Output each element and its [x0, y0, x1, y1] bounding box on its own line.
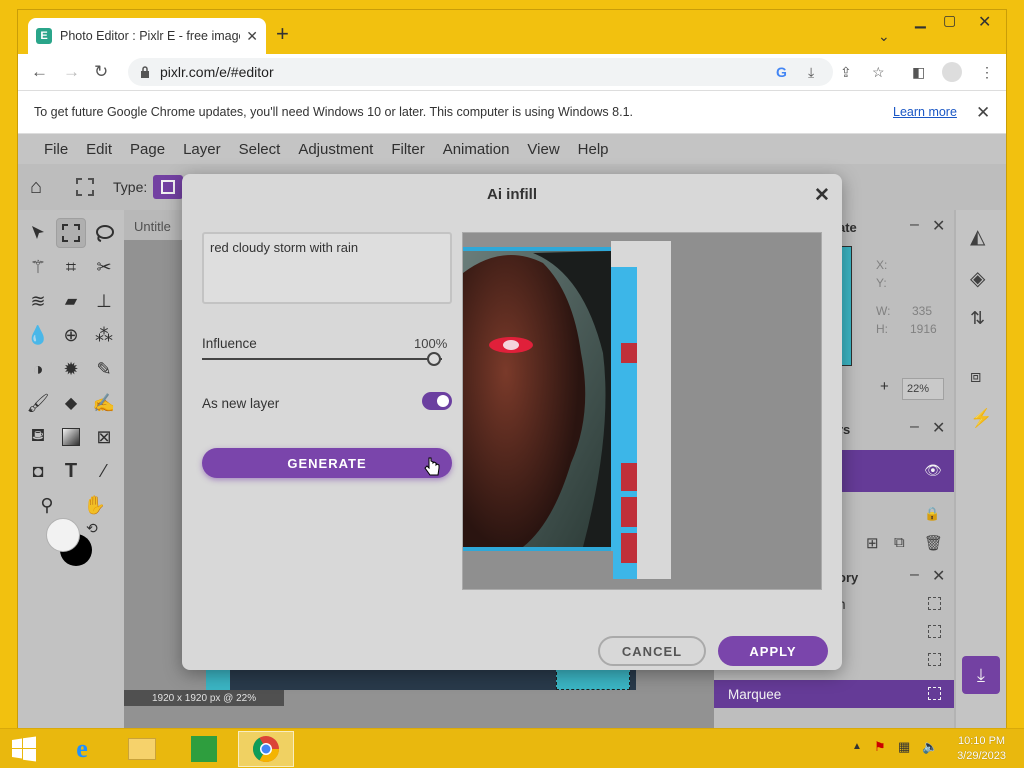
influence-slider-handle[interactable]	[427, 352, 441, 366]
taskbar-store[interactable]	[176, 731, 232, 767]
install-app-icon[interactable]: ⤓	[808, 64, 814, 81]
taskbar-clock[interactable]: 10:10 PM 3/29/2023	[957, 734, 1006, 764]
bookmark-star-icon[interactable]: ☆	[872, 64, 885, 81]
taskbar-file-explorer[interactable]	[114, 731, 170, 767]
reload-icon[interactable]: ↻	[94, 62, 108, 82]
prompt-input[interactable]: red cloudy storm with rain	[202, 232, 452, 304]
as-new-layer-label: As new layer	[202, 396, 280, 411]
internet-explorer-icon: e	[76, 734, 88, 763]
action-center-flag-icon[interactable]: ⚑	[874, 739, 886, 755]
ai-infill-dialog: Ai infill ✕ red cloudy storm with rain I…	[182, 174, 842, 670]
share-icon[interactable]: ⇪	[840, 64, 852, 81]
tray-overflow-icon[interactable]: ▲	[852, 741, 862, 752]
apply-button[interactable]: APPLY	[718, 636, 828, 666]
preview-image	[463, 233, 821, 589]
as-new-layer-toggle[interactable]	[422, 392, 452, 410]
windows-logo-icon	[12, 736, 36, 762]
toggle-knob	[437, 395, 449, 407]
address-bar[interactable]: pixlr.com/e/#editor	[128, 58, 833, 86]
tab-search-chevron-icon[interactable]: ⌄	[878, 28, 890, 45]
learn-more-link[interactable]: Learn more	[893, 105, 957, 119]
forward-arrow-icon[interactable]: →	[63, 62, 80, 82]
dialog-close-icon[interactable]: ✕	[814, 184, 830, 207]
minimize-button[interactable]: ▁	[915, 12, 926, 29]
side-panel-icon[interactable]: ◧	[912, 64, 925, 81]
cancel-button[interactable]: CANCEL	[598, 636, 706, 666]
dialog-title: Ai infill	[487, 186, 537, 203]
taskbar-chrome[interactable]	[238, 731, 294, 767]
url-text: pixlr.com/e/#editor	[160, 64, 274, 80]
clock-time: 10:10 PM	[957, 735, 1006, 747]
google-icon[interactable]: G	[776, 64, 787, 80]
lock-icon	[141, 66, 149, 78]
browser-window: E Photo Editor : Pixlr E - free image ✕ …	[18, 10, 1006, 728]
back-arrow-icon[interactable]: ←	[31, 62, 48, 82]
clock-date: 3/29/2023	[957, 750, 1006, 762]
windows-taskbar: e ▲ ⚑ ▦ 🔈 10:10 PM 3/29/2023	[0, 728, 1024, 768]
tab-strip: E Photo Editor : Pixlr E - free image ✕ …	[18, 10, 1006, 54]
maximize-button[interactable]: ▢	[943, 12, 956, 29]
store-icon	[191, 736, 217, 762]
tab-close-icon[interactable]: ✕	[246, 28, 258, 45]
folder-icon	[128, 738, 156, 760]
hand-cursor-icon	[424, 457, 440, 476]
generate-button[interactable]: GENERATE	[202, 448, 452, 478]
volume-muted-icon[interactable]: 🔈	[922, 739, 938, 755]
start-button[interactable]	[0, 731, 48, 767]
influence-value: 100%	[414, 336, 448, 351]
new-tab-button[interactable]: +	[276, 23, 289, 45]
profile-avatar[interactable]	[942, 62, 962, 82]
kebab-menu-icon[interactable]: ⋮	[980, 64, 994, 81]
taskbar-internet-explorer[interactable]: e	[54, 731, 110, 767]
network-icon[interactable]: ▦	[898, 739, 910, 755]
chrome-icon	[252, 736, 280, 763]
browser-toolbar: ← → ↻ pixlr.com/e/#editor G ⤓ ⇪ ☆ ◧ ⋮	[18, 54, 1006, 90]
update-infobar: To get future Google Chrome updates, you…	[18, 90, 1006, 134]
infobar-close-icon[interactable]: ✕	[976, 103, 990, 123]
browser-tab[interactable]: E Photo Editor : Pixlr E - free image ✕	[28, 18, 266, 54]
infobar-message: To get future Google Chrome updates, you…	[34, 105, 633, 119]
pixlr-favicon-icon: E	[36, 28, 52, 44]
close-window-button[interactable]: ✕	[978, 12, 991, 32]
influence-slider-track[interactable]	[202, 358, 442, 360]
tab-title: Photo Editor : Pixlr E - free image	[60, 29, 241, 43]
infill-preview	[462, 232, 822, 590]
influence-label: Influence	[202, 336, 257, 351]
